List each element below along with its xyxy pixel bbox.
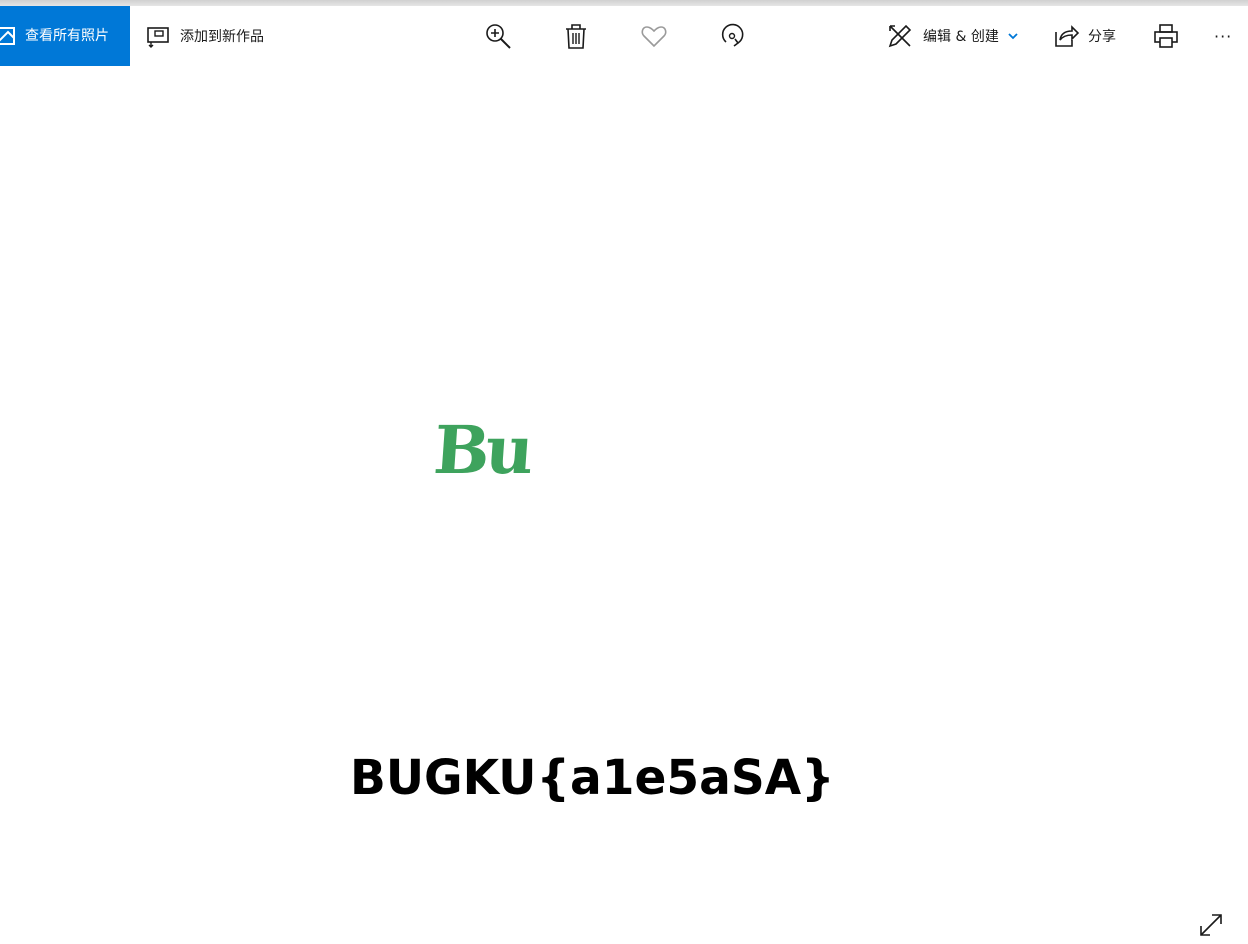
edit-create-label: 编辑 & 创建 [923, 29, 999, 45]
zoom-in-icon [484, 22, 512, 50]
full-screen-button[interactable] [1196, 910, 1226, 940]
chevron-down-icon [1007, 27, 1019, 46]
more-options-button[interactable]: ··· [1214, 6, 1232, 66]
zoom-in-button[interactable] [484, 6, 512, 66]
share-label: 分享 [1088, 29, 1116, 45]
view-all-photos-button[interactable]: 查看所有照片 [0, 6, 130, 66]
edit-create-button[interactable]: 编辑 & 创建 [886, 6, 1019, 66]
photo-icon [0, 25, 16, 47]
rotate-icon [718, 22, 746, 50]
rotate-button[interactable] [718, 6, 746, 66]
more-icon: ··· [1214, 26, 1233, 46]
view-all-photos-label: 查看所有照片 [25, 28, 109, 44]
edit-create-icon [886, 22, 914, 50]
share-button[interactable]: 分享 [1052, 6, 1116, 66]
print-button[interactable] [1152, 6, 1180, 66]
photos-app-window: 查看所有照片 添加到新作品 编辑 & 创建 分享 ··· Bu BUGKU{a1… [0, 0, 1248, 944]
heart-icon [640, 22, 668, 50]
toolbar: 查看所有照片 添加到新作品 编辑 & 创建 分享 ··· [0, 6, 1248, 66]
favorite-button[interactable] [640, 6, 668, 66]
share-icon [1052, 22, 1080, 50]
photo-viewer-stage: Bu BUGKU{a1e5aSA} [0, 66, 1248, 944]
photo-green-text: Bu [431, 411, 533, 489]
delete-icon [562, 22, 590, 50]
print-icon [1152, 22, 1180, 50]
add-to-creation-icon [144, 22, 172, 50]
add-to-creation-label: 添加到新作品 [180, 29, 264, 45]
add-to-creation-button[interactable]: 添加到新作品 [144, 6, 264, 66]
expand-icon [1196, 914, 1226, 944]
delete-button[interactable] [562, 6, 590, 66]
photo-flag-text: BUGKU{a1e5aSA} [350, 750, 835, 806]
